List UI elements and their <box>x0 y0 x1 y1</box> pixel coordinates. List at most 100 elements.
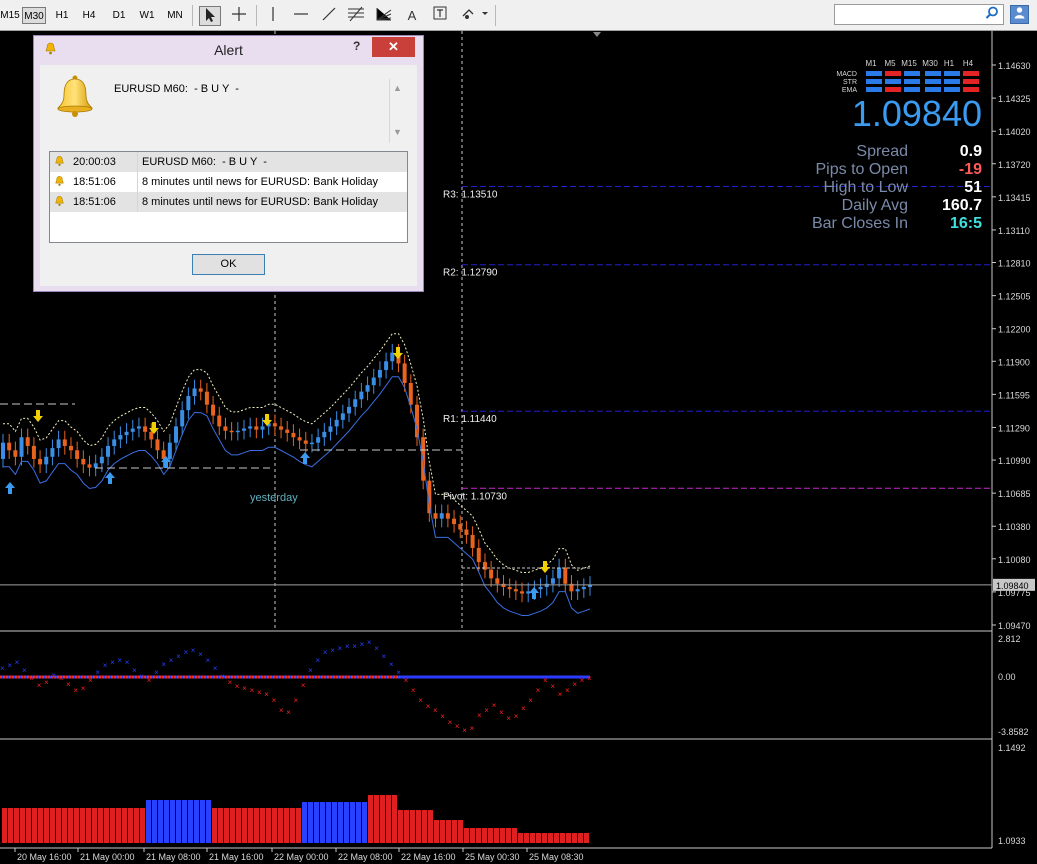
histogram-bar <box>572 833 577 843</box>
alert-list[interactable]: 20:00:03 EURUSD M60: - B U Y - 18:51:06 8 m… <box>49 151 408 243</box>
dashboard-timeframe: M1 <box>865 59 877 68</box>
timeframe-m30[interactable]: M30 <box>22 7 46 24</box>
text-icon[interactable]: A <box>401 6 423 26</box>
search-input[interactable] <box>834 4 1004 25</box>
oscillator-point: × <box>360 640 365 649</box>
ok-button[interactable]: OK <box>192 254 265 275</box>
text-label-icon[interactable] <box>429 6 451 26</box>
candle <box>229 430 234 433</box>
alert-dialog: Alert ? ✕ EURUSD M60: - B U Y - ▲ ▼ 20:0… <box>33 35 424 292</box>
candle <box>377 369 382 378</box>
timeframe-h4[interactable]: H4 <box>78 7 100 24</box>
alert-row[interactable]: 18:51:06 8 minutes until news for EURUSD:… <box>50 172 407 192</box>
histogram-bar <box>44 808 49 843</box>
oscillator-point: × <box>316 656 321 665</box>
stat-value: -19 <box>959 161 982 178</box>
search-icon[interactable] <box>984 6 1000 22</box>
histogram-bar <box>128 808 133 843</box>
histogram-bar <box>434 820 439 843</box>
oscillator-point: × <box>154 668 159 677</box>
oscillator-point: × <box>183 648 188 657</box>
oscillator-point: × <box>235 682 240 691</box>
candle <box>143 426 148 432</box>
oscillator-point: × <box>418 696 423 705</box>
candle <box>75 450 80 459</box>
histogram-bar <box>398 810 403 843</box>
histogram-bar <box>188 800 193 843</box>
histogram-bar <box>50 808 55 843</box>
signal-cell <box>944 79 960 84</box>
oscillator-point: × <box>139 672 144 681</box>
candle <box>340 413 345 420</box>
histogram-bar <box>152 800 157 843</box>
oscillator-point: × <box>477 711 482 720</box>
timeframe-w1[interactable]: W1 <box>136 7 158 24</box>
histogram-bar <box>332 802 337 843</box>
fibonacci-fan-icon[interactable] <box>373 6 395 26</box>
trendline-icon[interactable] <box>318 6 340 26</box>
candle <box>167 442 172 459</box>
alert-row[interactable]: 18:51:06 8 minutes until news for EURUSD:… <box>50 192 407 212</box>
oscillator-point: × <box>22 666 27 675</box>
candle <box>371 377 376 386</box>
candle <box>155 439 160 451</box>
candle <box>25 437 30 446</box>
candle <box>81 458 86 465</box>
oscillator-point: × <box>66 680 71 689</box>
histogram-bar <box>452 820 457 843</box>
timeframe-h1[interactable]: H1 <box>51 7 73 24</box>
histogram-bar <box>38 808 43 843</box>
oscillator-point: × <box>220 672 225 681</box>
candle <box>260 426 265 430</box>
signal-cell <box>963 87 979 92</box>
shapes-dropdown-icon[interactable] <box>460 6 490 26</box>
cursor-icon[interactable] <box>199 6 221 26</box>
histogram-bar <box>230 808 235 843</box>
oscillator-point: × <box>462 726 467 735</box>
alert-row[interactable]: 20:00:03 EURUSD M60: - B U Y - <box>50 152 407 172</box>
oscillator-point: × <box>103 661 108 670</box>
horizontal-line-icon[interactable] <box>290 6 312 26</box>
candle <box>433 513 438 519</box>
histogram-bar <box>134 808 139 843</box>
fibonacci-icon[interactable] <box>345 6 367 26</box>
timeframe-mn[interactable]: MN <box>164 7 186 24</box>
candle <box>538 587 543 590</box>
signal-cell <box>963 79 979 84</box>
alert-titlebar[interactable]: Alert ? ✕ <box>34 36 423 64</box>
candle <box>309 442 314 445</box>
histogram-bar <box>296 808 301 843</box>
timeframe-m15[interactable]: M15 <box>0 7 20 24</box>
time-tick-label: 22 May 16:00 <box>401 852 456 862</box>
price-tick-label: 1.13720 <box>998 160 1031 170</box>
help-button[interactable]: ? <box>353 39 360 53</box>
candle <box>118 435 123 440</box>
candle <box>291 432 296 438</box>
close-button[interactable]: ✕ <box>372 37 415 57</box>
vertical-line-icon[interactable] <box>262 6 284 26</box>
current-price-display: 1.09840 <box>852 93 982 134</box>
signal-cell <box>885 71 901 76</box>
timeframe-d1[interactable]: D1 <box>108 7 130 24</box>
scroll-up-icon[interactable]: ▲ <box>393 83 402 93</box>
candle <box>112 439 117 446</box>
account-icon[interactable] <box>1010 5 1029 24</box>
candle <box>204 391 209 405</box>
dashboard-timeframe: H1 <box>944 59 955 68</box>
message-scrollbar[interactable]: ▲ ▼ <box>389 79 407 143</box>
histogram-bar <box>14 808 19 843</box>
oscillator-point: × <box>117 656 122 665</box>
candle <box>402 363 407 383</box>
oscillator-point: × <box>536 686 541 695</box>
histogram-bar <box>164 800 169 843</box>
histogram-bar <box>74 808 79 843</box>
histogram-bar <box>278 808 283 843</box>
scroll-down-icon[interactable]: ▼ <box>393 127 402 137</box>
candle <box>87 464 92 468</box>
candle <box>482 562 487 570</box>
oscillator-point: × <box>15 658 20 667</box>
oscillator-point: × <box>7 661 12 670</box>
histogram-bar <box>530 833 535 843</box>
crosshair-icon[interactable] <box>228 6 250 26</box>
histogram-bar <box>110 808 115 843</box>
